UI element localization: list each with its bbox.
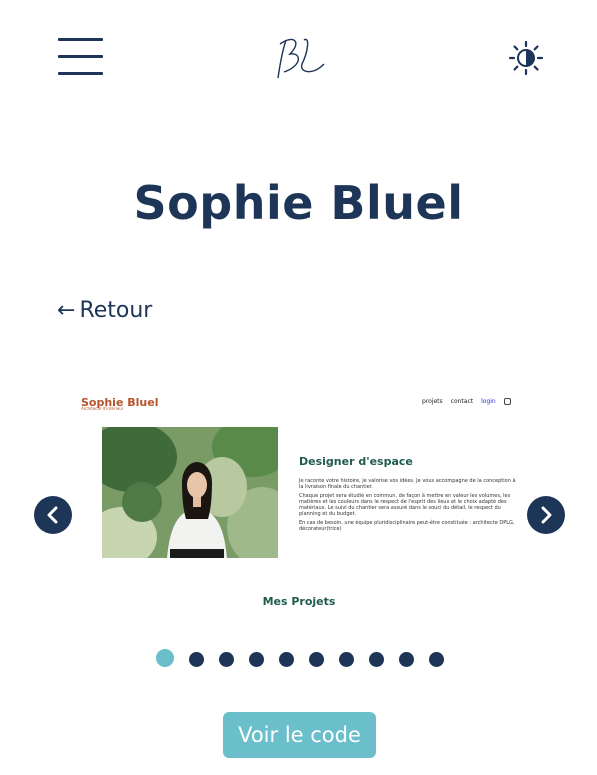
slide-paragraph: En cas de besoin, une équipe pluridiscip… xyxy=(299,520,515,532)
slide-nav-item: login xyxy=(481,398,496,405)
project-carousel: Sophie Bluel Architecte d'intérieur proj… xyxy=(0,380,597,625)
carousel-pagination xyxy=(0,649,597,669)
slide-paragraph: Je raconte votre histoire, je valorise v… xyxy=(299,478,516,490)
pagination-dot[interactable] xyxy=(278,652,294,667)
menu-bar xyxy=(58,55,103,58)
carousel-slide[interactable]: Sophie Bluel Architecte d'intérieur proj… xyxy=(76,380,522,620)
back-arrow-icon: ← xyxy=(57,298,76,323)
slide-paragraph: Chaque projet sera étudié en commun, de … xyxy=(299,493,511,517)
view-code-button[interactable]: Voir le code xyxy=(223,712,376,758)
slide-brand-sub: Architecte d'intérieur xyxy=(81,406,124,411)
pagination-dot[interactable] xyxy=(368,652,384,667)
pagination-dot[interactable] xyxy=(398,652,414,667)
pagination-dot[interactable] xyxy=(338,652,354,667)
menu-bar xyxy=(58,38,103,41)
slide-nav-item: contact xyxy=(450,398,474,405)
logo-l-stroke xyxy=(300,38,325,73)
slide-projects-label: Mes Projets xyxy=(262,595,336,608)
hamburger-menu-icon[interactable] xyxy=(58,38,103,76)
slide-photo xyxy=(102,427,278,558)
chevron-right-icon xyxy=(541,506,552,524)
pagination-dot[interactable] xyxy=(248,652,264,667)
logo[interactable] xyxy=(268,30,330,84)
slide-nav-item: projets xyxy=(422,398,443,405)
pagination-dot[interactable] xyxy=(218,652,234,667)
pagination-dot-active[interactable] xyxy=(156,649,174,667)
carousel-next-button[interactable] xyxy=(527,496,565,534)
pagination-dot[interactable] xyxy=(308,652,324,667)
menu-bar xyxy=(58,72,103,75)
carousel-prev-button[interactable] xyxy=(34,496,72,534)
logo-b-loops xyxy=(279,38,299,73)
pagination-dot[interactable] xyxy=(428,652,444,667)
chevron-left-icon xyxy=(47,506,58,524)
slide-heading: Designer d'espace xyxy=(299,455,413,468)
back-label: Retour xyxy=(79,298,153,323)
page-title: Sophie Bluel xyxy=(133,176,464,230)
instagram-icon xyxy=(503,398,511,405)
slide-nav: projets contact login xyxy=(422,398,511,405)
theme-toggle-sun-icon[interactable] xyxy=(508,40,544,76)
back-link[interactable]: ← Retour xyxy=(57,298,152,323)
slide-body: Je raconte votre histoire, je valorise v… xyxy=(299,478,519,535)
pagination-dot[interactable] xyxy=(188,652,204,667)
